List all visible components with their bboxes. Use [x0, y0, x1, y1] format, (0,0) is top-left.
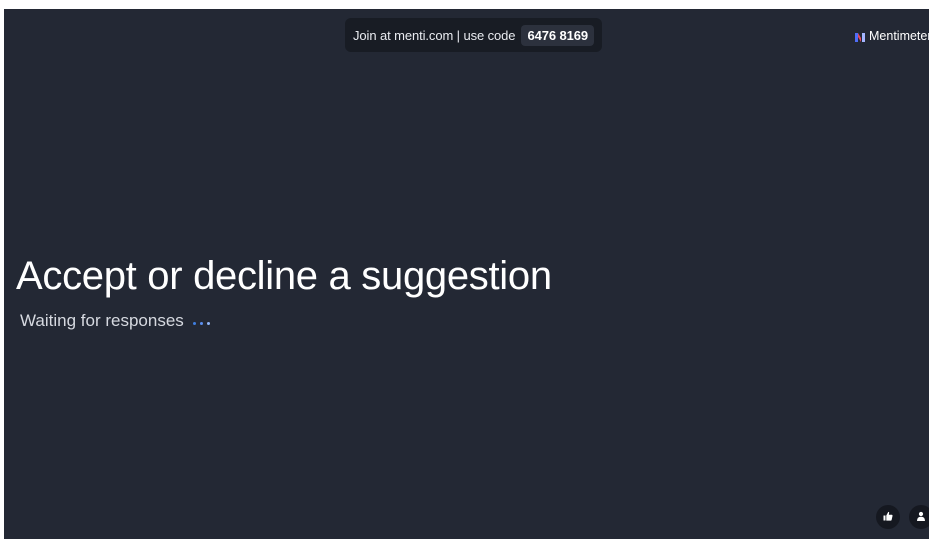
presentation-stage: Join at menti.com | use code 6476 8169 M… [4, 9, 929, 539]
brand-name: Mentimeter [869, 29, 929, 43]
thumbs-up-icon [883, 508, 893, 526]
audience-button[interactable] [909, 505, 929, 529]
person-icon [916, 508, 926, 526]
reaction-button[interactable] [876, 505, 900, 529]
join-code: 6476 8169 [521, 24, 594, 46]
response-status: Waiting for responses [20, 311, 210, 331]
status-text: Waiting for responses [20, 311, 184, 330]
loading-dots-icon [192, 318, 210, 325]
slide-title: Accept or decline a suggestion [16, 254, 552, 298]
join-banner: Join at menti.com | use code 6476 8169 [345, 18, 602, 52]
mentimeter-logo-icon [855, 31, 865, 42]
join-instructions: Join at menti.com | use code [353, 27, 516, 43]
brand: Mentimeter [855, 29, 929, 43]
